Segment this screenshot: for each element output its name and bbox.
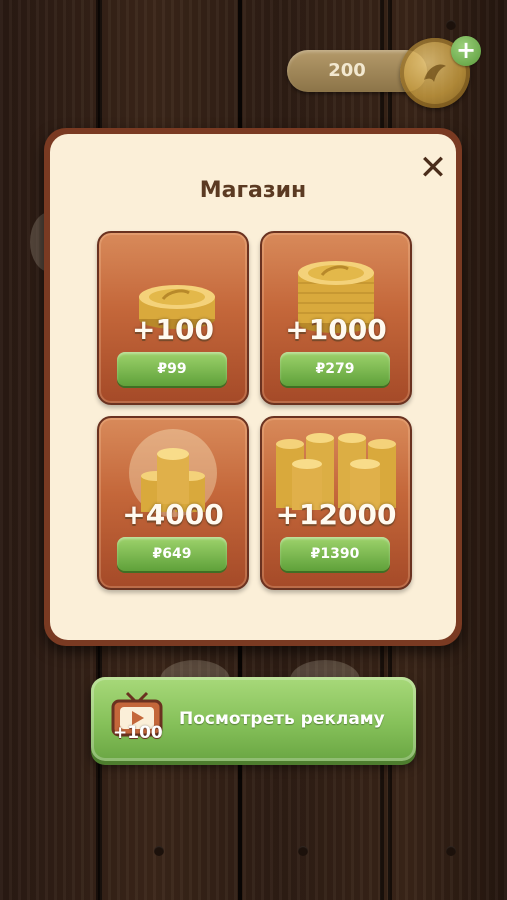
coin-pack-1000[interactable]: +1000 ₽279 (260, 231, 412, 405)
pack-amount: +12000 (275, 498, 397, 531)
shop-modal: Магазин ✕ +100 ₽99 +1000 ₽279 +4000 ₽649… (44, 128, 462, 646)
nail (298, 846, 308, 856)
shop-title: Магазин (199, 178, 307, 203)
nail (154, 846, 164, 856)
nail (446, 846, 456, 856)
pack-amount: +4000 (122, 498, 224, 531)
currency-value: 200 (328, 60, 366, 81)
ad-bonus: +100 (113, 723, 163, 743)
pack-amount: +1000 (285, 313, 387, 346)
buy-button[interactable]: ₽279 (280, 352, 390, 386)
close-icon[interactable]: ✕ (416, 151, 450, 185)
nail (446, 20, 456, 30)
coin-pack-4000[interactable]: +4000 ₽649 (97, 416, 249, 590)
shop-modal-body: Магазин ✕ +100 ₽99 +1000 ₽279 +4000 ₽649… (50, 134, 456, 640)
buy-button[interactable]: ₽1390 (280, 537, 390, 571)
pack-amount: +100 (132, 313, 214, 346)
buy-button[interactable]: ₽99 (117, 352, 227, 386)
coin-pack-12000[interactable]: +12000 ₽1390 (260, 416, 412, 590)
watch-ad-button[interactable]: +100 Посмотреть рекламу (91, 677, 416, 761)
add-currency-button[interactable]: + (451, 36, 481, 66)
coin-pack-100[interactable]: +100 ₽99 (97, 231, 249, 405)
watch-ad-label: Посмотреть рекламу (179, 709, 385, 729)
buy-button[interactable]: ₽649 (117, 537, 227, 571)
